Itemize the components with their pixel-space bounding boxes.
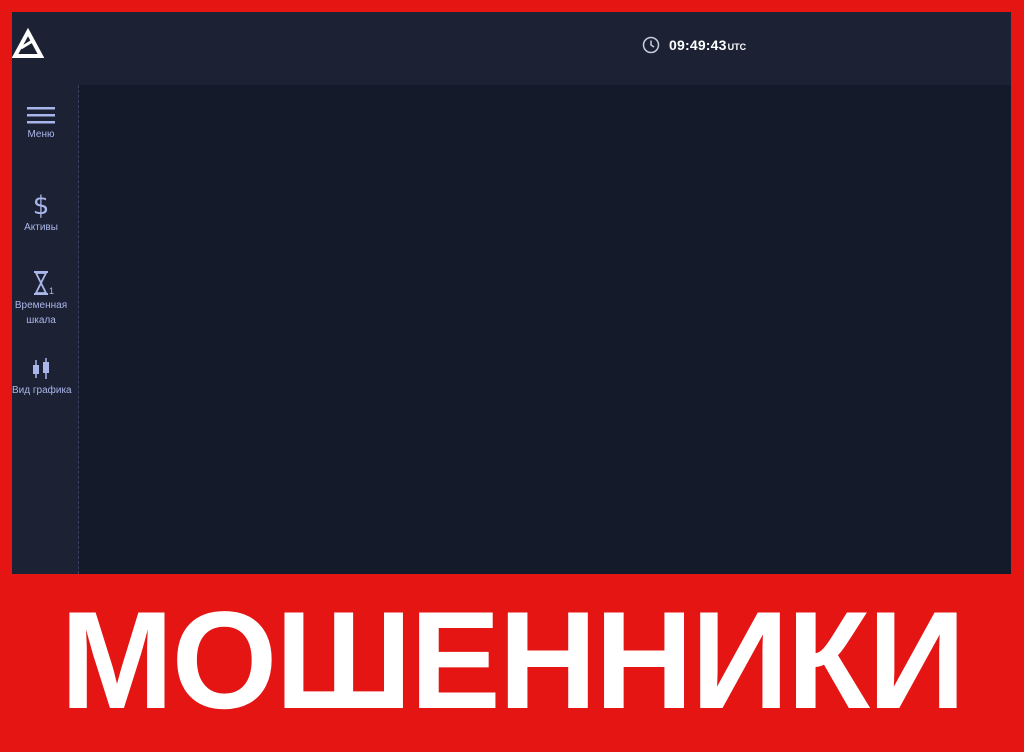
- timeframe-badge: 1: [49, 286, 55, 296]
- sidebar-item-label: Вид графика: [12, 385, 72, 396]
- sidebar-item-assets[interactable]: $ Активы: [12, 190, 70, 235]
- clock-time: 09:49:43: [669, 37, 727, 53]
- sidebar-item-label-line1: Временная: [14, 300, 68, 311]
- dollar-icon: $: [33, 191, 50, 218]
- sidebar-item-label: Активы: [24, 222, 58, 233]
- svg-text:$: $: [33, 191, 50, 218]
- clock-icon: [642, 36, 660, 54]
- app-window: 09:49:43 UTC Меню $ Активы 1 Временная ш…: [12, 12, 1011, 574]
- chart-area[interactable]: [79, 85, 1011, 574]
- sidebar-item-label: Меню: [27, 129, 55, 140]
- logo-icon[interactable]: [12, 28, 44, 60]
- server-clock: 09:49:43 UTC: [642, 36, 746, 54]
- sidebar-item-timeframe[interactable]: 1 Временная шкала: [12, 270, 70, 328]
- top-bar: 09:49:43 UTC: [12, 12, 1011, 85]
- candlestick-icon: [33, 358, 49, 379]
- menu-icon: [27, 107, 55, 124]
- clock-timezone: UTC: [727, 41, 747, 52]
- hourglass-icon: [34, 271, 48, 295]
- warning-banner: МОШЕННИКИ: [0, 574, 1024, 752]
- sidebar-item-label-line2: шкала: [26, 315, 56, 326]
- banner-text: МОШЕННИКИ: [60, 582, 965, 738]
- sidebar-item-menu[interactable]: Меню: [12, 105, 70, 142]
- sidebar: Меню $ Активы 1 Временная шкала Вид граф…: [12, 85, 79, 574]
- sidebar-item-chart-type[interactable]: Вид графика: [12, 357, 72, 398]
